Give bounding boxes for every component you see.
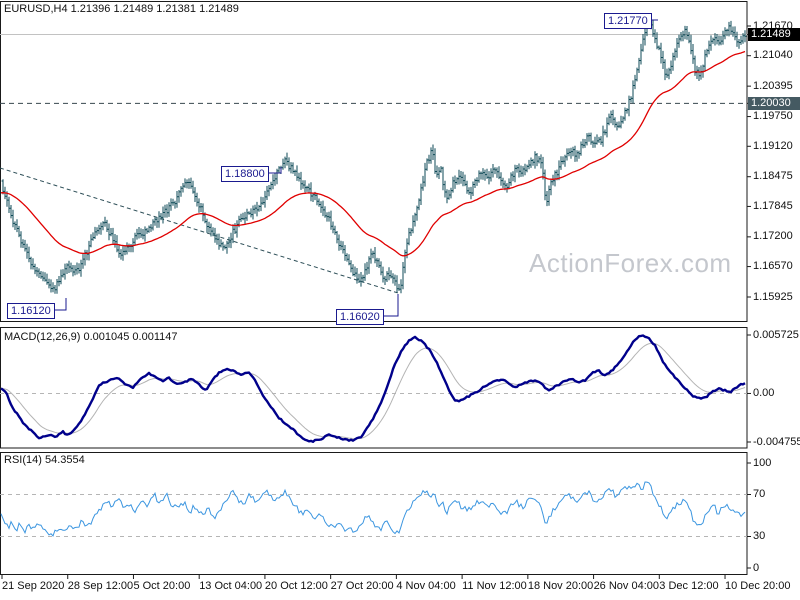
- price-axis-label: 1.19750: [753, 110, 793, 123]
- rsi-axis-label: 100: [753, 456, 772, 469]
- macd-axis-label: -0.004755: [753, 435, 800, 448]
- price-axis-label: 1.16570: [753, 260, 793, 273]
- price-axis-label: 1.17200: [753, 230, 793, 243]
- annotation-connector: [383, 294, 399, 317]
- x-axis-label: 3 Dec 12:00: [659, 580, 719, 592]
- x-axis-label: 21 Sep 2020: [2, 580, 65, 592]
- price-annotation[interactable]: 1.16120: [7, 303, 55, 319]
- x-axis-label: 11 Nov 12:00: [462, 580, 527, 592]
- x-axis-label: 13 Oct 04:00: [199, 580, 263, 592]
- price-axis-label: 1.15925: [753, 290, 793, 303]
- x-axis-label: 18 Nov 20:00: [527, 580, 594, 592]
- x-axis-label: 26 Nov 04:00: [593, 580, 659, 592]
- current-price-tag: 1.21489: [748, 28, 800, 42]
- actionforex-watermark: ActionForex.com: [529, 248, 732, 278]
- price-annotation[interactable]: 1.16020: [336, 309, 384, 325]
- mt4-chart-window: EURUSD,H4 1.21396 1.21489 1.21381 1.2148…: [0, 0, 800, 600]
- x-axis-label: 4 Nov 04:00: [396, 580, 456, 592]
- macd-axis-label: 0.005725: [753, 328, 799, 341]
- x-axis-label: 10 Dec 20:00: [725, 580, 791, 592]
- rsi-indicator-label: RSI(14) 54.3554: [4, 454, 85, 466]
- annotation-connector: [54, 298, 67, 311]
- price-axis-label: 1.17845: [753, 199, 793, 212]
- x-axis-label: 27 Oct 20:00: [330, 580, 394, 592]
- price-axis-label: 1.20395: [753, 79, 793, 92]
- macd-axis-label: 0.00: [753, 386, 775, 399]
- x-axis-label: 5 Oct 20:00: [133, 580, 191, 592]
- level-price-tag: 1.20030: [748, 96, 800, 110]
- rsi-axis-label: 70: [753, 488, 766, 500]
- x-axis-label: 28 Sep 12:00: [67, 580, 134, 592]
- rsi-axis-label: 30: [753, 530, 766, 542]
- descending-trendline[interactable]: [0, 167, 399, 294]
- rsi-axis-label: 0: [753, 561, 760, 574]
- x-axis-label: 20 Oct 12:00: [264, 580, 328, 592]
- macd-main-line: [0, 334, 746, 443]
- price-annotation[interactable]: 1.21770: [604, 13, 652, 29]
- macd-signal-line: [0, 342, 746, 440]
- rsi-line: [0, 481, 746, 537]
- rsi-panel-border: [0, 452, 748, 575]
- symbol-timeframe-quote: EURUSD,H4 1.21396 1.21489 1.21381 1.2148…: [4, 3, 239, 15]
- price-axis-label: 1.19120: [753, 139, 793, 152]
- chart-canvas[interactable]: [0, 0, 800, 600]
- price-annotation[interactable]: 1.18800: [221, 166, 269, 182]
- macd-indicator-label: MACD(12,26,9) 0.001045 0.001147: [4, 331, 178, 343]
- price-axis-label: 1.21040: [753, 49, 793, 62]
- price-axis-label: 1.18475: [753, 170, 793, 183]
